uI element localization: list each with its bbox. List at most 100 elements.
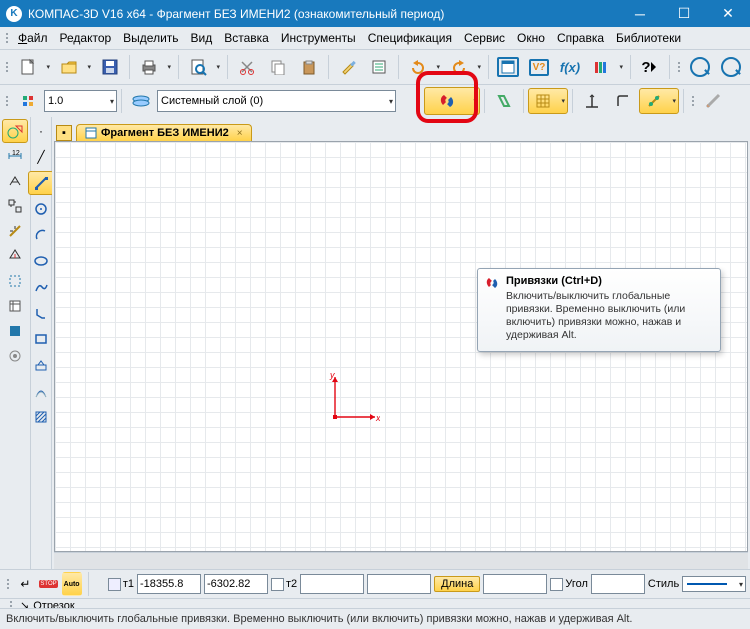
copy-button[interactable] — [263, 54, 293, 80]
scale-dropdown[interactable]: 1.0 — [44, 90, 117, 112]
undo-button[interactable] — [403, 54, 443, 80]
ortho-button[interactable] — [577, 88, 607, 114]
minimize-button[interactable]: ─ — [618, 0, 662, 27]
edit-toolset[interactable] — [2, 194, 28, 218]
edit-sketch-button[interactable] — [699, 88, 729, 114]
menu-help[interactable]: Справка — [551, 29, 610, 47]
toolbar-main: V? f(x) ? — [0, 49, 750, 84]
equidistant-tool[interactable] — [28, 379, 54, 403]
parametric-toolset[interactable] — [2, 219, 28, 243]
reports-toolset[interactable] — [2, 319, 28, 343]
spec-toolset[interactable] — [2, 294, 28, 318]
document-tab[interactable]: Фрагмент БЕЗ ИМЕНИ2 × — [76, 124, 252, 141]
stop-button[interactable]: STOP — [38, 572, 58, 596]
local-cs-button[interactable] — [639, 88, 679, 114]
help-button[interactable]: ? — [635, 54, 665, 80]
brush-button[interactable] — [333, 54, 363, 80]
style-dropdown[interactable] — [682, 576, 746, 592]
dimensions-toolset[interactable]: 12 — [2, 144, 28, 168]
tooltip-body: Включить/выключить глобальные привязки. … — [506, 290, 712, 343]
toolbar-grip[interactable] — [4, 62, 10, 72]
menu-edit[interactable]: Редактор — [54, 29, 118, 47]
menu-libs[interactable]: Библиотеки — [610, 29, 687, 47]
manager-button[interactable] — [493, 54, 523, 80]
toolbar-grip[interactable] — [690, 96, 696, 106]
toolbar-grip[interactable] — [4, 96, 10, 106]
preview-button[interactable] — [183, 54, 223, 80]
ellipse-tool[interactable] — [28, 249, 54, 273]
redo-button[interactable] — [444, 54, 484, 80]
auto-button[interactable]: Auto — [62, 572, 82, 596]
menu-spec[interactable]: Спецификация — [362, 29, 458, 47]
tab-close-icon[interactable]: × — [237, 128, 243, 139]
status-text: Включить/выключить глобальные привязки. … — [6, 613, 632, 625]
select-toolset[interactable] — [2, 269, 28, 293]
toolbar-grip[interactable] — [6, 579, 10, 589]
menu-window[interactable]: Окно — [511, 29, 551, 47]
t2-label: т2 — [271, 578, 297, 591]
parametric-button[interactable] — [489, 88, 519, 114]
auto-create-button[interactable]: ↵ — [15, 572, 35, 596]
spline-tool[interactable] — [28, 275, 54, 299]
length-button[interactable]: Длина — [434, 576, 480, 592]
segment-tool[interactable] — [28, 171, 54, 195]
angle-checkbox[interactable] — [550, 578, 563, 591]
tooltip: Привязки (Ctrl+D) Включить/выключить гло… — [477, 268, 721, 352]
menu-service[interactable]: Сервис — [458, 29, 511, 47]
t2-checkbox[interactable] — [271, 578, 284, 591]
svg-text:12: 12 — [12, 150, 20, 157]
tab-list-button[interactable]: ▪ — [56, 125, 72, 141]
layer-dropdown[interactable]: Системный слой (0) — [157, 90, 396, 112]
toolbar-grip[interactable] — [676, 62, 682, 72]
zoom-out-button[interactable] — [716, 54, 746, 80]
menu-tools[interactable]: Инструменты — [275, 29, 362, 47]
window-title: КОМПАС-3D V16 x64 - Фрагмент БЕЗ ИМЕНИ2 … — [28, 7, 618, 21]
angle-input[interactable] — [591, 574, 645, 594]
menu-file[interactable]: Файл — [12, 29, 54, 47]
y1-input[interactable] — [204, 574, 268, 594]
arc-tool[interactable] — [28, 223, 54, 247]
collect-tool[interactable] — [28, 353, 54, 377]
properties-button[interactable] — [364, 54, 394, 80]
point-tool[interactable]: · — [28, 119, 54, 143]
rect-tool[interactable] — [28, 327, 54, 351]
x1-input[interactable] — [137, 574, 201, 594]
cut-button[interactable] — [232, 54, 262, 80]
layers-icon[interactable] — [126, 88, 156, 114]
maximize-button[interactable]: ☐ — [662, 0, 706, 27]
paste-button[interactable] — [294, 54, 324, 80]
aux-line-tool[interactable]: ╱ — [28, 145, 54, 169]
t1-checkbox[interactable] — [108, 578, 121, 591]
insert-toolset[interactable] — [2, 344, 28, 368]
open-button[interactable] — [54, 54, 94, 80]
annotations-toolset[interactable] — [2, 169, 28, 193]
fx-button[interactable]: f(x) — [555, 54, 585, 80]
y2-input[interactable] — [367, 574, 431, 594]
chamfer-tool[interactable] — [28, 301, 54, 325]
circle-tool[interactable] — [28, 197, 54, 221]
toolbar-grip[interactable] — [4, 33, 10, 43]
library-button[interactable] — [586, 54, 626, 80]
zoom-in-button[interactable] — [685, 54, 715, 80]
scrollbar-horizontal[interactable] — [54, 552, 748, 569]
grid-button[interactable] — [528, 88, 568, 114]
new-button[interactable] — [13, 54, 53, 80]
x2-input[interactable] — [300, 574, 364, 594]
hatch-tool[interactable] — [28, 405, 54, 429]
measure-toolset[interactable] — [2, 244, 28, 268]
print-button[interactable] — [134, 54, 174, 80]
state-button[interactable] — [13, 88, 43, 114]
menu-insert[interactable]: Вставка — [218, 29, 275, 47]
canvas[interactable]: x y Привязки (Ctrl+D) Включить/выключить… — [54, 141, 748, 552]
tool-palette: · ╱ — [31, 117, 52, 569]
save-button[interactable] — [95, 54, 125, 80]
close-button[interactable]: ✕ — [706, 0, 750, 27]
variables-button[interactable]: V? — [524, 54, 554, 80]
length-input[interactable] — [483, 574, 547, 594]
round-button[interactable] — [608, 88, 638, 114]
geometry-toolset[interactable] — [2, 119, 28, 143]
snaps-button[interactable] — [424, 87, 480, 115]
toolbar-state: 1.0 Системный слой (0) — [0, 84, 750, 117]
menu-view[interactable]: Вид — [185, 29, 219, 47]
menu-select[interactable]: Выделить — [117, 29, 184, 47]
